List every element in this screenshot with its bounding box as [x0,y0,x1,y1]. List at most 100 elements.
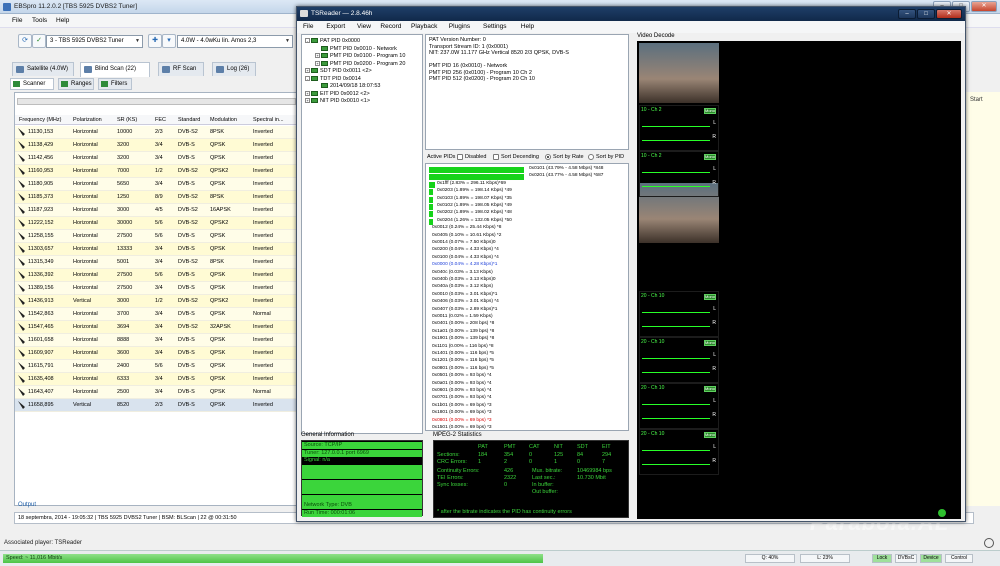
ts-menu-settings[interactable]: Settings [483,23,507,30]
lnb-select[interactable]: 4.0W - 4.0wKu lin. Amos 2,3 ▼ [177,35,293,48]
tree-node[interactable]: + PMT PID 0x0100 - Program 10 [315,53,405,59]
table-row[interactable]: 11303,657 Horizontal 13333 3/4 DVB-S QPSK Inve… [15,243,298,256]
pid-entry[interactable]: 0x0201 (43.77% - 4.58 Mbps) *687 [429,173,627,181]
pid-entry[interactable]: 0x0801 (0.00% = 116 bps) *5 [429,366,627,373]
table-row[interactable]: 11180,905 Horizontal 5650 3/4 DVB-S QPSK Inver… [15,178,298,191]
tune-icon[interactable]: ▾ [162,34,176,48]
table-row[interactable]: 11315,349 Horizontal 5001 3/4 DVB-S2 8PSK Inve… [15,256,298,269]
plus-icon[interactable]: ✚ [148,34,162,48]
pid-entry[interactable]: 0x0010 (0.03% = 3.01 Kbps)*1 [429,292,627,299]
ts-menu-help[interactable]: Help [521,23,534,30]
sort-desc-checkbox[interactable] [493,154,499,160]
ts-menu-plugins[interactable]: Plugins [449,23,470,30]
table-row[interactable]: 11643,407 Horizontal 2500 3/4 DVB-S QPSK Norma… [15,386,298,399]
collapse-icon[interactable]: - [305,38,310,44]
table-row[interactable]: 11185,373 Horizontal 1250 8/9 DVB-S2 8PSK Inve… [15,191,298,204]
expand-icon[interactable]: + [315,60,320,66]
control-button[interactable]: Control [945,554,973,563]
col-polarization[interactable]: Polarization [73,117,102,123]
pid-entry[interactable]: 0x0701 (0.00% = 93 bps) *4 [429,395,627,402]
close-button[interactable]: ✕ [971,1,997,12]
pid-entry[interactable]: 0x040b (0.03% = 3.13 Kbps)0 [429,277,627,284]
table-row[interactable]: 11635,408 Horizontal 6333 3/4 DVB-S QPSK Inver… [15,373,298,386]
col-sr[interactable]: SR (KS) [117,117,137,123]
table-row[interactable]: 11389,156 Horizontal 27500 3/4 DVB-S QPSK Inve… [15,282,298,295]
menu-help[interactable]: Help [56,17,69,24]
table-row[interactable]: 11130,153 Horizontal 10000 2/3 DVB-S2 8PSK Inv… [15,126,298,139]
tree-node[interactable]: PMT PID 0x0010 - Network [315,46,397,52]
sort-rate-radio[interactable] [545,154,551,160]
tree-node[interactable]: - PAT PID 0x0000 [305,38,360,44]
expand-icon[interactable]: + [305,98,310,104]
pid-entry[interactable]: 0x1501 (0.00% = 69 bps) *3 [429,425,627,430]
active-pids-list[interactable]: 0x0101 (43.79% - 4.58 Mbps) *848 0x0201 (… [425,163,629,431]
video-thumbnail-ch2[interactable] [639,43,719,103]
menu-file[interactable]: File [12,17,22,24]
pid-entry[interactable]: 0x0405 (0.10% = 10.61 Kbps) *2 [429,233,627,240]
pid-entry[interactable]: 0x0a01 (0.00% = 93 bps) *4 [429,381,627,388]
col-spectral[interactable]: Spectral in... [253,117,284,123]
pid-entry[interactable]: 0x0012 (0.24% = 25.44 Kbps) *8 [429,225,627,232]
pid-entry[interactable]: 0x0103 (1.89% = 198.07 Kbps) *35 [429,196,627,203]
table-row[interactable]: 11187,923 Horizontal 3000 4/5 DVB-S2 16APSK In… [15,204,298,217]
tree-node[interactable]: + NIT PID 0x0010 <1> [305,98,370,104]
table-row[interactable]: 11436,913 Vertical 3000 1/2 DVB-S2 QPSK2 Inver… [15,295,298,308]
tree-node[interactable]: 2014/09/18 18:07:53 [315,83,380,89]
table-row[interactable]: 11658,895 Vertical 8520 2/3 DVB-S QPSK Inverte… [15,399,298,412]
pid-entry[interactable]: 0x0406 (0.03% = 3.01 Kbps) *4 [429,299,627,306]
ts-menu-export[interactable]: Export [326,23,345,30]
pid-entry[interactable]: 0x1801 (0.00% = 69 bps) *3 [429,410,627,417]
pid-entry[interactable]: 0x0014 (0.07% = 7.50 Kbps)0 [429,240,627,247]
pid-entry[interactable]: 0x0203 (1.89% = 198.14 Kbps) *49 [429,188,627,196]
pid-entry[interactable]: 0x1201 (0.00% = 116 bps) *5 [429,358,627,365]
pid-entry[interactable]: 0x0101 (43.79% - 4.58 Mbps) *848 [429,166,627,173]
table-row[interactable]: 11615,791 Horizontal 2400 5/6 DVB-S QPSK Inver… [15,360,298,373]
expand-icon[interactable]: + [315,53,320,59]
expand-icon[interactable]: + [305,90,310,96]
disabled-checkbox[interactable] [457,154,463,160]
tree-node[interactable]: + SDT PID 0x0011 <2> [305,68,372,74]
tab-satellite[interactable]: Satellite (4.0W) [12,62,74,76]
col-modulation[interactable]: Modulation [210,117,237,123]
ts-menu-playback[interactable]: Playback [411,23,437,30]
pid-entry[interactable]: 0x0407 (0.03% = 2.89 Kbps)*1 [429,307,627,314]
table-row[interactable]: 11138,429 Horizontal 3200 3/4 DVB-S QPSK Inver… [15,139,298,152]
table-row[interactable]: 11142,456 Horizontal 3200 3/4 DVB-S QPSK Inver… [15,152,298,165]
pid-entry[interactable]: 0x0100 (0.04% = 4.33 Kbps) *4 [429,255,627,262]
pid-entry[interactable]: 0x1a01 (0.00% = 139 bps) *8 [429,329,627,336]
col-fec[interactable]: FEC [155,117,166,123]
subtab-ranges[interactable]: Ranges [58,78,94,90]
table-row[interactable]: 11542,863 Horizontal 3700 3/4 DVB-S QPSK Norma… [15,308,298,321]
pid-entry[interactable]: 0x0202 (1.89% = 198.02 Kbps) *48 [429,210,627,218]
tree-node[interactable]: - TDT PID 0x0014 [305,76,361,82]
expand-icon[interactable]: + [305,68,310,74]
table-row[interactable]: 11336,392 Horizontal 27500 5/6 DVB-S QPSK Inve… [15,269,298,282]
pid-entry[interactable]: 0x0204 (1.26% = 132.05 Kbps) *50 [429,218,627,225]
table-row[interactable]: 11258,155 Horizontal 27500 5/6 DVB-S QPSK Inve… [15,230,298,243]
ts-menu-record[interactable]: Record [380,23,401,30]
table-row[interactable]: 11222,152 Horizontal 30000 5/6 DVB-S2 QPSK2 In… [15,217,298,230]
pid-entry[interactable]: 0x1901 (0.00% = 139 bps) *8 [429,336,627,343]
tab-log[interactable]: Log (26) [212,62,256,76]
pid-entry[interactable]: 0x1401 (0.00% = 116 bps) *5 [429,351,627,358]
tree-node[interactable]: + EIT PID 0x0012 <2> [305,91,370,97]
subtab-scanner[interactable]: Scanner [10,78,54,90]
tab-rf-scan[interactable]: RF Scan [158,62,204,76]
collapse-icon[interactable]: - [305,75,310,81]
refresh-icon[interactable]: ⟳ [18,34,32,48]
table-row[interactable]: 11160,953 Horizontal 7000 1/2 DVB-S2 QPSK2 Inv… [15,165,298,178]
table-row[interactable]: 11547,465 Horizontal 3694 3/4 DVB-S2 32APSK In… [15,321,298,334]
table-row[interactable]: 11609,907 Horizontal 3600 3/4 DVB-S QPSK Inver… [15,347,298,360]
pid-entry[interactable]: 0x1101 (0.00% = 116 bps) *8 [429,344,627,351]
pid-entry[interactable]: 0x0011 (0.02% = 1.59 Kbps) [429,314,627,321]
tree-node[interactable]: + PMT PID 0x0200 - Program 20 [315,61,405,67]
ts-menu-file[interactable]: File [303,23,313,30]
pid-entry[interactable]: 0x040c (0.03% = 3.13 Kbps) [429,270,627,277]
subtab-filters[interactable]: Filters [98,78,132,90]
ts-maximize-button[interactable]: □ [917,9,935,19]
ts-minimize-button[interactable]: – [898,9,916,19]
menu-tools[interactable]: Tools [32,17,47,24]
pid-entry[interactable]: 0x0102 (1.89% = 198.05 Kbps) *49 [429,203,627,210]
ts-menu-view[interactable]: View [357,23,371,30]
pid-entry[interactable]: 0x0000 (0.04% = 4.28 Kbps)*1 [429,262,627,269]
